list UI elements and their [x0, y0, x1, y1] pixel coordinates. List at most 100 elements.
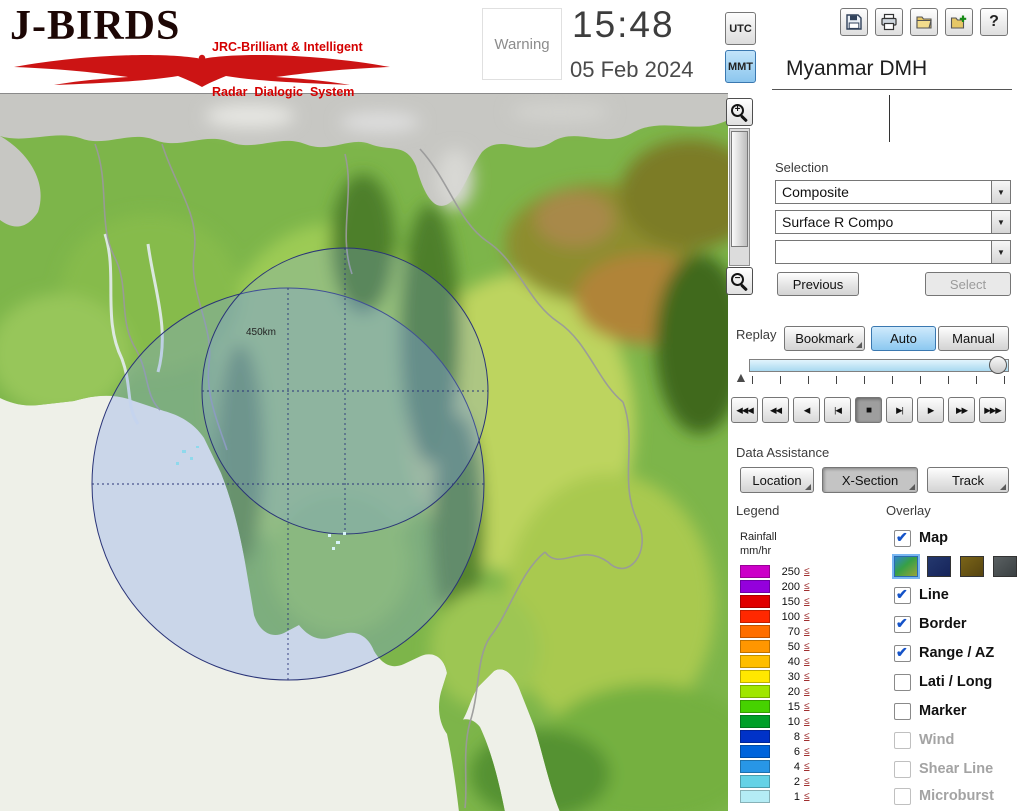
- overlay-checkbox-shear-line: ✔ Shear Line: [894, 759, 993, 779]
- zoom-out-button[interactable]: −: [726, 267, 753, 295]
- chevron-down-icon[interactable]: ▼: [991, 241, 1010, 263]
- legend-row: 20 ≤: [740, 685, 810, 698]
- overlay-checkbox-border[interactable]: ✔ Border: [894, 614, 967, 634]
- map-style-terrain-color[interactable]: [894, 556, 918, 577]
- legend-row: 40 ≤: [740, 655, 810, 668]
- checkbox[interactable]: ✔: [894, 644, 911, 662]
- zoom-in-button[interactable]: +: [726, 98, 753, 126]
- product-type-dropdown[interactable]: Composite ▼: [775, 180, 1011, 204]
- checkbox[interactable]: ✔: [894, 586, 911, 604]
- legend-value: 30: [787, 670, 800, 683]
- select-button[interactable]: Select: [925, 272, 1011, 296]
- bookmark-button[interactable]: Bookmark: [784, 326, 865, 351]
- info-cursor-line: [889, 95, 890, 142]
- overlay-checkbox-map[interactable]: ✔ Map: [894, 528, 948, 548]
- overlay-checkbox-marker[interactable]: ✔ Marker: [894, 701, 967, 721]
- playback-controls: ◀◀◀ ◀◀ ◀ |◀ ■ ▶| ▶ ▶▶ ▶▶▶: [731, 397, 1006, 423]
- checkbox[interactable]: ✔: [894, 673, 911, 691]
- play-reverse-button[interactable]: ◀: [793, 397, 820, 423]
- skip-to-end-button[interactable]: ▶▶▶: [979, 397, 1006, 423]
- chevron-down-icon[interactable]: ▼: [991, 211, 1010, 233]
- map-style-dark-gray[interactable]: [993, 556, 1017, 577]
- check-icon: ✔: [896, 614, 908, 631]
- legend-lte-sign: ≤: [804, 566, 810, 577]
- radar-map[interactable]: 450km: [0, 93, 728, 811]
- map-zoom-slider[interactable]: [729, 128, 750, 266]
- clock-time: 15:48: [572, 4, 675, 45]
- legend-value: 6: [793, 745, 800, 758]
- previous-button[interactable]: Previous: [777, 272, 859, 296]
- legend-value: 40: [787, 655, 800, 668]
- auto-button[interactable]: Auto: [871, 326, 936, 351]
- legend-value: 200: [781, 580, 800, 593]
- stop-button[interactable]: ■: [855, 397, 882, 423]
- legend-lte-sign: ≤: [804, 686, 810, 697]
- print-button[interactable]: [875, 8, 903, 36]
- overlay-checkbox-lati-long[interactable]: ✔ Lati / Long: [894, 672, 992, 692]
- mmt-button[interactable]: MMT: [725, 50, 756, 83]
- help-button[interactable]: ?: [980, 8, 1008, 36]
- legend-row: 2 ≤: [740, 775, 810, 788]
- overlay-checkbox-line[interactable]: ✔ Line: [894, 585, 949, 605]
- play-button[interactable]: ▶: [917, 397, 944, 423]
- capture-add-button[interactable]: [945, 8, 973, 36]
- check-icon: ✔: [896, 528, 908, 545]
- chevron-down-icon[interactable]: ▼: [991, 181, 1010, 203]
- header: J-BIRDS JRC-Brilliant & Intelligent Rada…: [0, 0, 1030, 99]
- step-forward-button[interactable]: ▶|: [886, 397, 913, 423]
- checkbox[interactable]: ✔: [894, 702, 911, 720]
- legend-lte-sign: ≤: [804, 761, 810, 772]
- map-style-options: [894, 556, 1017, 577]
- utc-button[interactable]: UTC: [725, 12, 756, 45]
- legend-lte-sign: ≤: [804, 581, 810, 592]
- fast-rewind-button[interactable]: ◀◀: [762, 397, 789, 423]
- overlay-label: Map: [919, 530, 948, 546]
- checkbox: ✔: [894, 731, 911, 749]
- legend-color-swatch: [740, 610, 770, 623]
- legend-row: 1 ≤: [740, 790, 810, 803]
- replay-timeline-slider[interactable]: [749, 359, 1009, 372]
- map-zoom-slider-thumb[interactable]: [731, 131, 748, 247]
- legend-value: 4: [793, 760, 800, 773]
- save-button[interactable]: [840, 8, 868, 36]
- overlay-label: Shear Line: [919, 761, 994, 777]
- legend-lte-sign: ≤: [804, 656, 810, 667]
- legend-lte-sign: ≤: [804, 791, 810, 802]
- legend-value: 2: [793, 775, 800, 788]
- skip-to-start-button[interactable]: ◀◀◀: [731, 397, 758, 423]
- location-button[interactable]: Location: [740, 467, 814, 493]
- manual-button[interactable]: Manual: [938, 326, 1009, 351]
- legend-color-swatch: [740, 655, 770, 668]
- map-style-dark-blue[interactable]: [927, 556, 951, 577]
- step-back-button[interactable]: |◀: [824, 397, 851, 423]
- legend-color-swatch: [740, 745, 770, 758]
- product-option-dropdown[interactable]: ▼: [775, 240, 1011, 264]
- help-icon: ?: [989, 13, 999, 30]
- product-name-dropdown[interactable]: Surface R Compo ▼: [775, 210, 1011, 234]
- timeline-start-marker[interactable]: ▲: [734, 369, 748, 385]
- open-file-button[interactable]: [910, 8, 938, 36]
- overlay-label: Border: [919, 616, 967, 632]
- x-section-button[interactable]: X-Section: [822, 467, 918, 493]
- legend-row: 50 ≤: [740, 640, 810, 653]
- map-style-olive[interactable]: [960, 556, 984, 577]
- legend-value: 20: [787, 685, 800, 698]
- track-button[interactable]: Track: [927, 467, 1009, 493]
- legend-value: 50: [787, 640, 800, 653]
- overlay-checkbox-range-az[interactable]: ✔ Range / AZ: [894, 643, 994, 663]
- legend-color-swatch: [740, 625, 770, 638]
- checkbox[interactable]: ✔: [894, 614, 911, 633]
- legend-row: 250 ≤: [740, 565, 810, 578]
- legend-unit-line1: Rainfall: [740, 531, 777, 543]
- timeline-slider-thumb[interactable]: [989, 356, 1007, 374]
- checkbox[interactable]: ✔: [894, 528, 911, 547]
- legend-row: 200 ≤: [740, 580, 810, 593]
- overlay-checkbox-microburst: ✔ Microburst: [894, 786, 994, 806]
- fast-forward-button[interactable]: ▶▶: [948, 397, 975, 423]
- legend-value: 70: [787, 625, 800, 638]
- station-name: Myanmar DMH: [786, 57, 928, 80]
- legend-lte-sign: ≤: [804, 641, 810, 652]
- overlay-label: Range / AZ: [919, 645, 995, 661]
- dropdown-value: [776, 241, 991, 263]
- legend-lte-sign: ≤: [804, 611, 810, 622]
